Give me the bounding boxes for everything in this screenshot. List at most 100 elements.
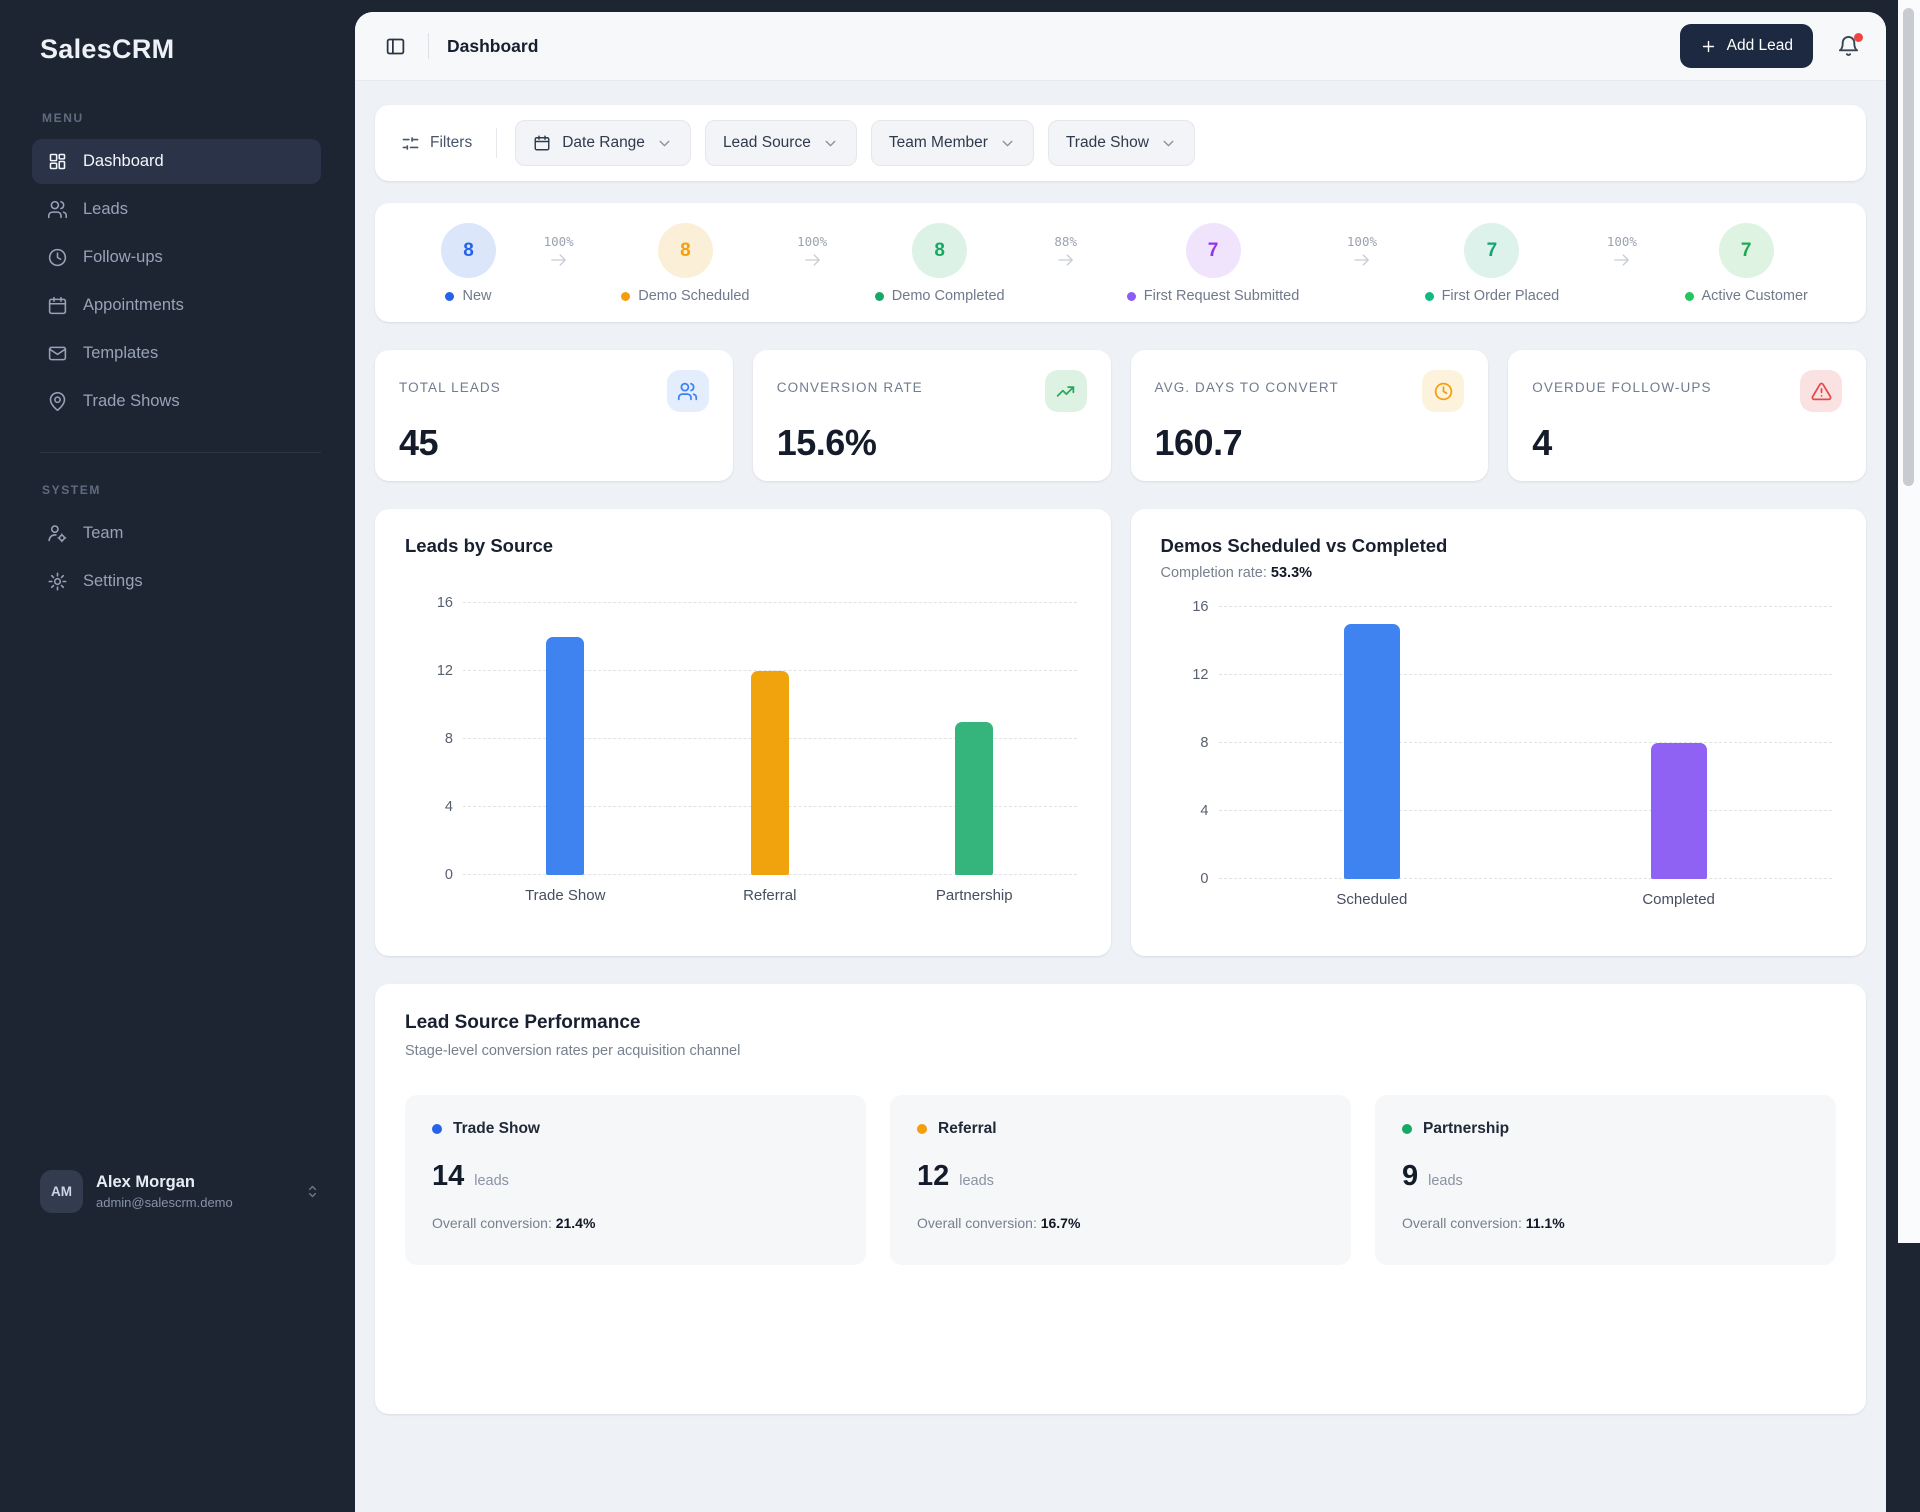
charts-row: Leads by Source 0481216Trade ShowReferra… [375,509,1866,956]
x-axis-label: Completed [1525,891,1832,908]
notification-dot [1854,33,1863,42]
users-icon [667,370,709,412]
y-axis-tick: 0 [1171,871,1209,887]
add-lead-button[interactable]: Add Lead [1680,24,1813,68]
stage-label: Active Customer [1685,288,1808,304]
transition-percentage: 100% [544,234,574,249]
sidebar-toggle-button[interactable] [381,32,410,61]
bar-completed[interactable] [1651,743,1707,879]
x-axis-label: Scheduled [1219,891,1526,908]
plus-icon [1700,38,1717,55]
kpi-value: 4 [1532,422,1842,464]
sidebar-item-appointments[interactable]: Appointments [32,283,321,328]
topbar-divider [428,33,429,59]
stage-label: Demo Completed [875,288,1005,304]
source-card-trade-show: Trade Show14leadsOverall conversion: 21.… [405,1095,866,1265]
sidebar-item-label: Dashboard [83,152,164,171]
dashboard-grid-icon [47,151,68,172]
bar-scheduled[interactable] [1344,624,1400,879]
bar-partnership[interactable] [955,722,993,875]
sidebar-item-dashboard[interactable]: Dashboard [32,139,321,184]
sidebar-item-label: Appointments [83,296,184,315]
source-lead-unit: leads [1428,1173,1463,1189]
arrow-right-icon [799,250,826,270]
filter-dropdown-date-range[interactable]: Date Range [515,120,691,166]
bar-trade-show[interactable] [546,637,584,875]
user-name: Alex Morgan [96,1173,291,1192]
x-axis-label: Partnership [872,887,1077,904]
chart-title: Leads by Source [405,535,1081,557]
sidebar-item-team[interactable]: Team [32,511,321,556]
source-lead-count: 12 [917,1160,949,1193]
stage-label-text: First Order Placed [1442,288,1560,304]
filters-icon [401,134,420,153]
dropdown-label: Trade Show [1066,134,1149,152]
source-lead-unit: leads [959,1173,994,1189]
sidebar-section-menu: MENU [42,111,321,125]
funnel-stage-new: 8 New [441,223,496,304]
demos-chart-card: Demos Scheduled vs Completed Completion … [1131,509,1867,956]
filter-dropdown-trade-show[interactable]: Trade Show [1048,120,1195,166]
stage-label: First Request Submitted [1127,288,1300,304]
sidebar-item-templates[interactable]: Templates [32,331,321,376]
filter-dropdown-team-member[interactable]: Team Member [871,120,1034,166]
sidebar-item-label: Settings [83,572,143,591]
filters-bar: Filters Date RangeLead SourceTeam Member… [375,105,1866,181]
kpi-value: 45 [399,422,709,464]
stage-label-text: Demo Completed [892,288,1005,304]
kpi-value: 160.7 [1155,422,1465,464]
stage-count-badge: 7 [1186,223,1241,278]
kpi-card-total-leads: TOTAL LEADS45 [375,350,733,481]
map-pin-icon [47,391,68,412]
funnel-stage-demo-scheduled: 8Demo Scheduled [621,223,749,304]
completion-rate: Completion rate: 53.3% [1161,565,1837,581]
stage-label-text: First Request Submitted [1144,288,1300,304]
x-axis-label: Trade Show [463,887,668,904]
funnel-transition: 100% [544,234,574,270]
funnel-transition: 100% [1347,234,1377,270]
stage-dot [1685,292,1694,301]
sidebar-item-settings[interactable]: Settings [32,559,321,604]
sidebar-item-follow-ups[interactable]: Follow-ups [32,235,321,280]
clock-icon [47,247,68,268]
y-axis-tick: 16 [415,595,453,611]
gear-icon [47,571,68,592]
scrollbar-thumb[interactable] [1903,8,1914,486]
filter-dropdown-lead-source[interactable]: Lead Source [705,120,857,166]
notifications-button[interactable] [1837,35,1860,58]
leads-by-source-chart: 0481216Trade ShowReferralPartnership [405,603,1081,904]
sidebar-system-nav: Team Settings [32,511,321,604]
transition-percentage: 100% [797,234,827,249]
dropdown-label: Lead Source [723,134,811,152]
source-name-text: Trade Show [453,1120,540,1138]
users-icon [677,381,698,402]
sidebar-item-label: Follow-ups [83,248,163,267]
lead-source-performance-card: Lead Source Performance Stage-level conv… [375,984,1866,1414]
source-card-referral: Referral12leadsOverall conversion: 16.7% [890,1095,1351,1265]
y-axis-tick: 12 [415,663,453,679]
y-axis-tick: 0 [415,867,453,883]
user-menu[interactable]: AM Alex Morgan admin@salescrm.demo [40,1170,321,1213]
panel-left-icon [385,36,406,57]
bar-referral[interactable] [751,671,789,875]
scrollbar-track[interactable] [1898,0,1920,1243]
source-conversion: Overall conversion: 11.1% [1402,1215,1809,1231]
kpi-card-conversion-rate: CONVERSION RATE15.6% [753,350,1111,481]
stage-label-text: New [462,288,491,304]
sidebar-divider [40,452,321,453]
arrow-right-icon [1052,250,1079,270]
x-axis-label: Referral [668,887,873,904]
panel-left-icon [385,36,406,57]
y-axis-tick: 8 [1171,735,1209,751]
sidebar-item-label: Templates [83,344,158,363]
clock-icon [1422,370,1464,412]
stage-label-text: Active Customer [1702,288,1808,304]
source-cards-grid: Trade Show14leadsOverall conversion: 21.… [405,1095,1836,1265]
chevrons-up-down-icon [304,1183,321,1200]
stage-count-badge: 8 [441,223,496,278]
trending-up-icon [1055,381,1076,402]
source-name: Partnership [1402,1120,1809,1138]
sidebar-item-trade-shows[interactable]: Trade Shows [32,379,321,424]
sidebar-item-leads[interactable]: Leads [32,187,321,232]
sidebar-item-label: Leads [83,200,128,219]
